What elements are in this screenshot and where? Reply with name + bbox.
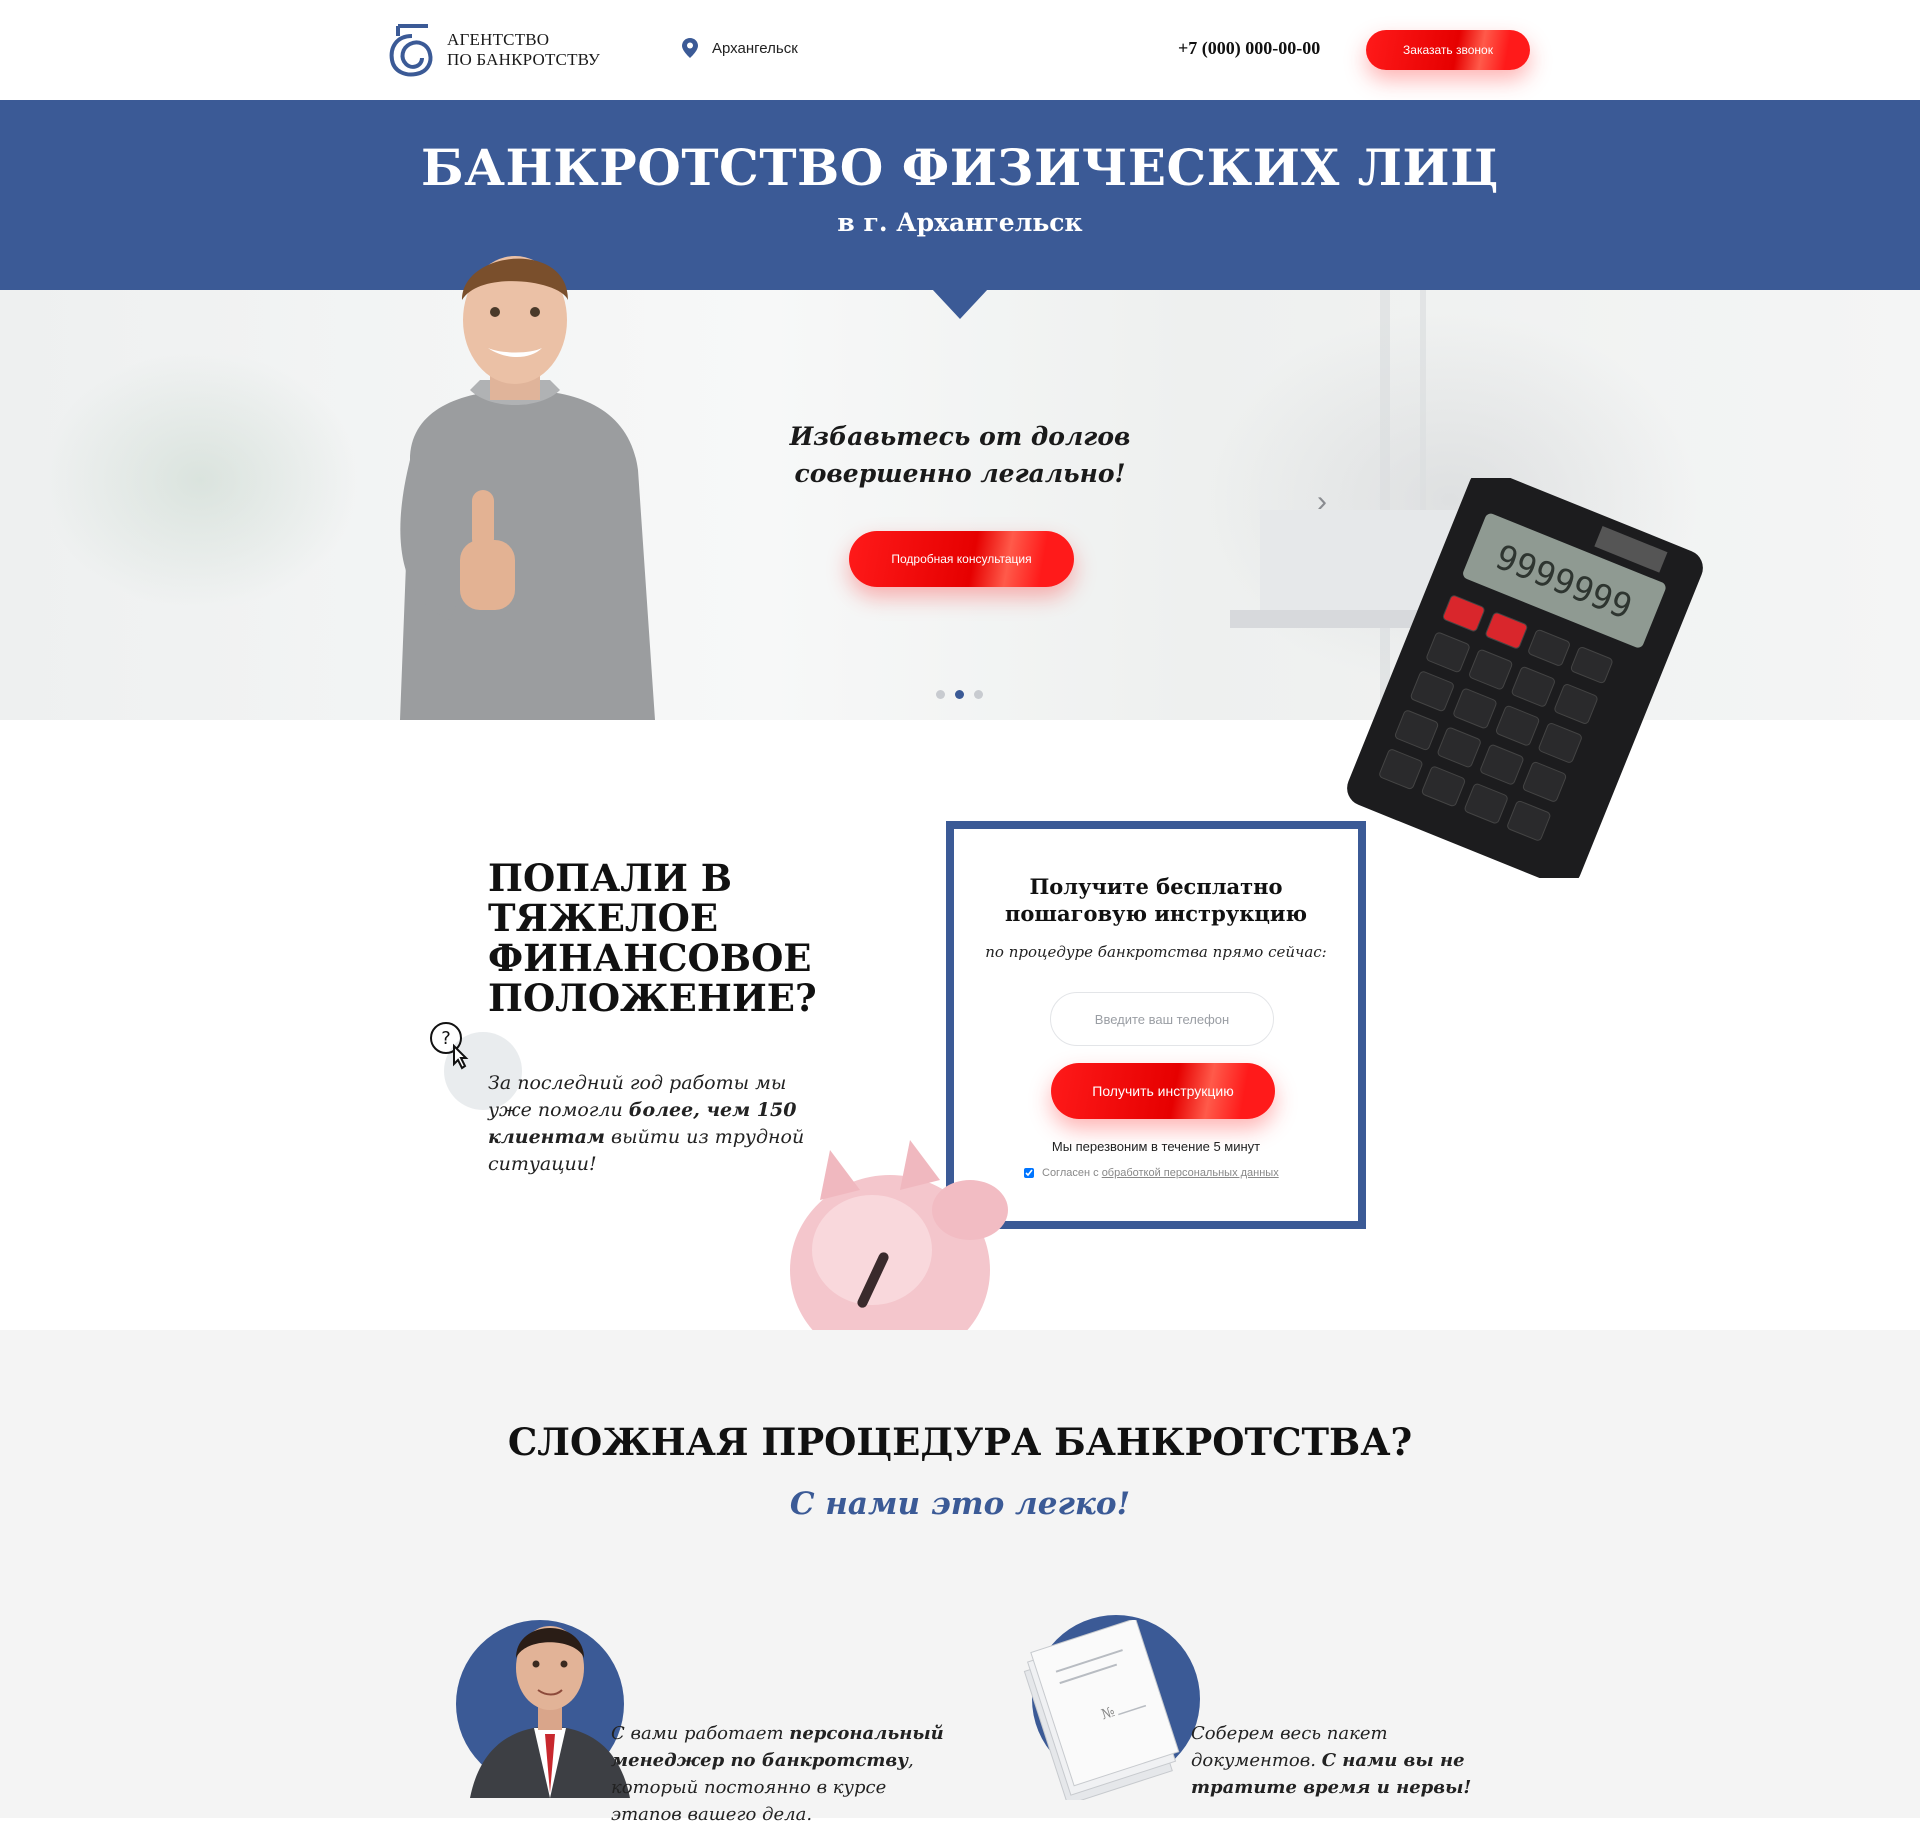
location-pin-icon xyxy=(682,38,698,58)
phone-number[interactable]: +7 (000) 000-00-00 xyxy=(1178,38,1320,59)
feature-documents-text: Соберем весь пакет документов. С нами вы… xyxy=(1191,1720,1491,1801)
problem-title-line: ПОЛОЖЕНИЕ? xyxy=(488,976,817,1020)
slider-dot[interactable] xyxy=(936,690,945,699)
feature-manager-text: С вами работает персональный менеджер по… xyxy=(611,1720,951,1828)
logo-text[interactable]: АГЕНТСТВО ПО БАНКРОТСТВУ xyxy=(447,30,600,70)
logo-line-2: ПО БАНКРОТСТВУ xyxy=(447,50,601,69)
consent-checkbox-input[interactable] xyxy=(1024,1168,1034,1178)
slider-dots xyxy=(936,690,983,699)
hero-headline-line: совершенно легально! xyxy=(794,459,1126,488)
consent-text: Согласен с xyxy=(1042,1167,1102,1179)
form-title-line: Получите бесплатно xyxy=(1029,874,1283,899)
procedure-subtitle: С нами это легко! xyxy=(789,1486,1131,1522)
slider-next-arrow-icon[interactable]: › xyxy=(1317,485,1327,519)
consent-checkbox[interactable]: Согласен с обработкой персональных данны… xyxy=(1024,1167,1279,1179)
feature-text-part: С вами работает xyxy=(611,1723,790,1744)
city-label: Архангельск xyxy=(712,39,798,57)
logo-line-1: АГЕНТСТВО xyxy=(447,30,550,49)
problem-title: ПОПАЛИ В ТЯЖЕЛОЕ ФИНАНСОВОЕ ПОЛОЖЕНИЕ? xyxy=(488,858,888,1018)
documents-stack-image: № xyxy=(1023,1620,1180,1800)
hero-headline-line: Избавьтесь от долгов xyxy=(789,422,1131,451)
problem-title-line: ФИНАНСОВОЕ xyxy=(488,936,812,980)
procedure-section xyxy=(0,1330,1920,1818)
banner-pointer xyxy=(932,289,988,319)
page-title: БАНКРОТСТВО ФИЗИЧЕСКИХ ЛИЦ xyxy=(421,138,1499,197)
order-call-button[interactable]: Заказать звонок xyxy=(1366,30,1530,70)
phone-input[interactable] xyxy=(1050,992,1274,1046)
form-subtitle: по процедуре банкротства прямо сейчас: xyxy=(985,943,1327,961)
problem-title-line: ПОПАЛИ В ТЯЖЕЛОЕ xyxy=(488,856,733,940)
slider-dot[interactable] xyxy=(974,690,983,699)
form-title-line: пошаговую инструкцию xyxy=(1005,901,1307,926)
hero-headline: Избавьтесь от долгов совершенно легально… xyxy=(720,418,1200,492)
form-title: Получите бесплатно пошаговую инструкцию xyxy=(954,873,1358,927)
svg-text:?: ? xyxy=(441,1028,451,1049)
question-hand-icon: ? xyxy=(430,1022,469,1070)
smiling-man-thumbs-up-image xyxy=(400,256,655,720)
city-selector[interactable]: Архангельск xyxy=(682,38,798,58)
calculator-image: 9999999 xyxy=(1347,478,1703,878)
slider-dot-active[interactable] xyxy=(955,690,964,699)
page-subtitle: в г. Архангельск xyxy=(837,208,1083,237)
logo-icon[interactable] xyxy=(388,22,436,78)
hero-background-blur xyxy=(40,350,360,610)
get-instruction-button[interactable]: Получить инструкцию xyxy=(1051,1063,1275,1119)
consultation-button[interactable]: Подробная консультация xyxy=(849,531,1074,587)
privacy-policy-link[interactable]: обработкой персональных данных xyxy=(1102,1167,1279,1179)
procedure-title: СЛОЖНАЯ ПРОЦЕДУРА БАНКРОТСТВА? xyxy=(507,1420,1413,1464)
site-header: АГЕНТСТВО ПО БАНКРОТСТВУ Архангельск +7 … xyxy=(0,0,1920,100)
